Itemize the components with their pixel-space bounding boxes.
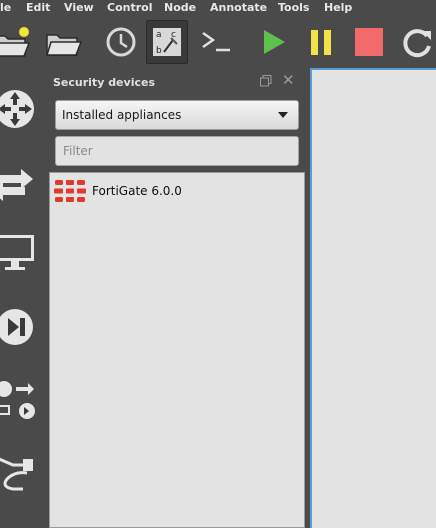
start-button[interactable] xyxy=(252,20,294,64)
add-link-button[interactable] xyxy=(0,446,40,496)
list-item[interactable]: FortiGate 6.0.0 xyxy=(54,179,294,203)
switches-icon xyxy=(0,169,33,201)
main-toolbar: a c b xyxy=(0,16,436,68)
appliance-filter-select[interactable]: Installed appliances xyxy=(55,100,299,130)
menu-view[interactable]: View xyxy=(64,1,94,14)
snapshot-clock-icon xyxy=(106,27,136,57)
menu-control[interactable]: Control xyxy=(107,1,152,14)
menu-node[interactable]: Node xyxy=(164,1,196,14)
stop-icon xyxy=(355,28,383,56)
menu-tools[interactable]: Tools xyxy=(278,1,309,14)
console-icon xyxy=(202,31,230,52)
start-icon xyxy=(264,30,285,54)
filter-input[interactable] xyxy=(55,136,299,166)
all-devices-icon xyxy=(0,381,35,419)
routers-icon xyxy=(0,90,34,128)
switches-button[interactable] xyxy=(0,156,40,206)
stop-button[interactable] xyxy=(348,20,390,64)
menu-help[interactable]: Help xyxy=(324,1,352,14)
menu-bar: le Edit View Control Node Annotate Tools… xyxy=(0,0,436,16)
svg-text:b: b xyxy=(156,46,162,56)
security-devices-button[interactable] xyxy=(0,302,40,352)
menu-edit[interactable]: Edit xyxy=(26,1,50,14)
topology-canvas[interactable] xyxy=(310,68,436,528)
show-interface-labels-button[interactable]: a c b xyxy=(146,20,188,64)
menu-file[interactable]: le xyxy=(0,1,11,14)
end-devices-button[interactable] xyxy=(0,226,40,276)
reload-icon xyxy=(403,29,431,58)
float-dock-icon[interactable] xyxy=(260,75,272,87)
chevron-down-icon xyxy=(278,112,288,118)
device-type-toolbar xyxy=(0,68,48,528)
add-link-icon xyxy=(0,457,33,491)
list-item-label: FortiGate 6.0.0 xyxy=(92,184,182,198)
all-devices-button[interactable] xyxy=(0,374,40,424)
fortigate-icon xyxy=(54,180,86,202)
end-devices-icon xyxy=(0,235,34,270)
console-button[interactable] xyxy=(196,20,238,64)
new-project-button[interactable] xyxy=(0,20,34,64)
menu-annotate[interactable]: Annotate xyxy=(210,1,267,14)
svg-text:a: a xyxy=(156,30,162,40)
pause-button[interactable] xyxy=(300,20,342,64)
new-project-icon xyxy=(0,27,31,57)
open-project-button[interactable] xyxy=(42,20,84,64)
security-devices-icon xyxy=(0,309,33,345)
security-devices-dock: Security devices ✕ Installed appliances … xyxy=(48,70,306,528)
device-list: FortiGate 6.0.0 xyxy=(49,172,305,528)
show-interface-labels-icon: a c b xyxy=(153,28,181,56)
dock-title: Security devices xyxy=(53,76,155,89)
snapshot-button[interactable] xyxy=(100,20,142,64)
pause-icon xyxy=(311,30,331,55)
select-value: Installed appliances xyxy=(62,108,182,122)
routers-button[interactable] xyxy=(0,84,40,134)
open-project-icon xyxy=(45,34,83,56)
close-dock-icon[interactable]: ✕ xyxy=(282,72,295,88)
reload-button[interactable] xyxy=(396,20,436,64)
